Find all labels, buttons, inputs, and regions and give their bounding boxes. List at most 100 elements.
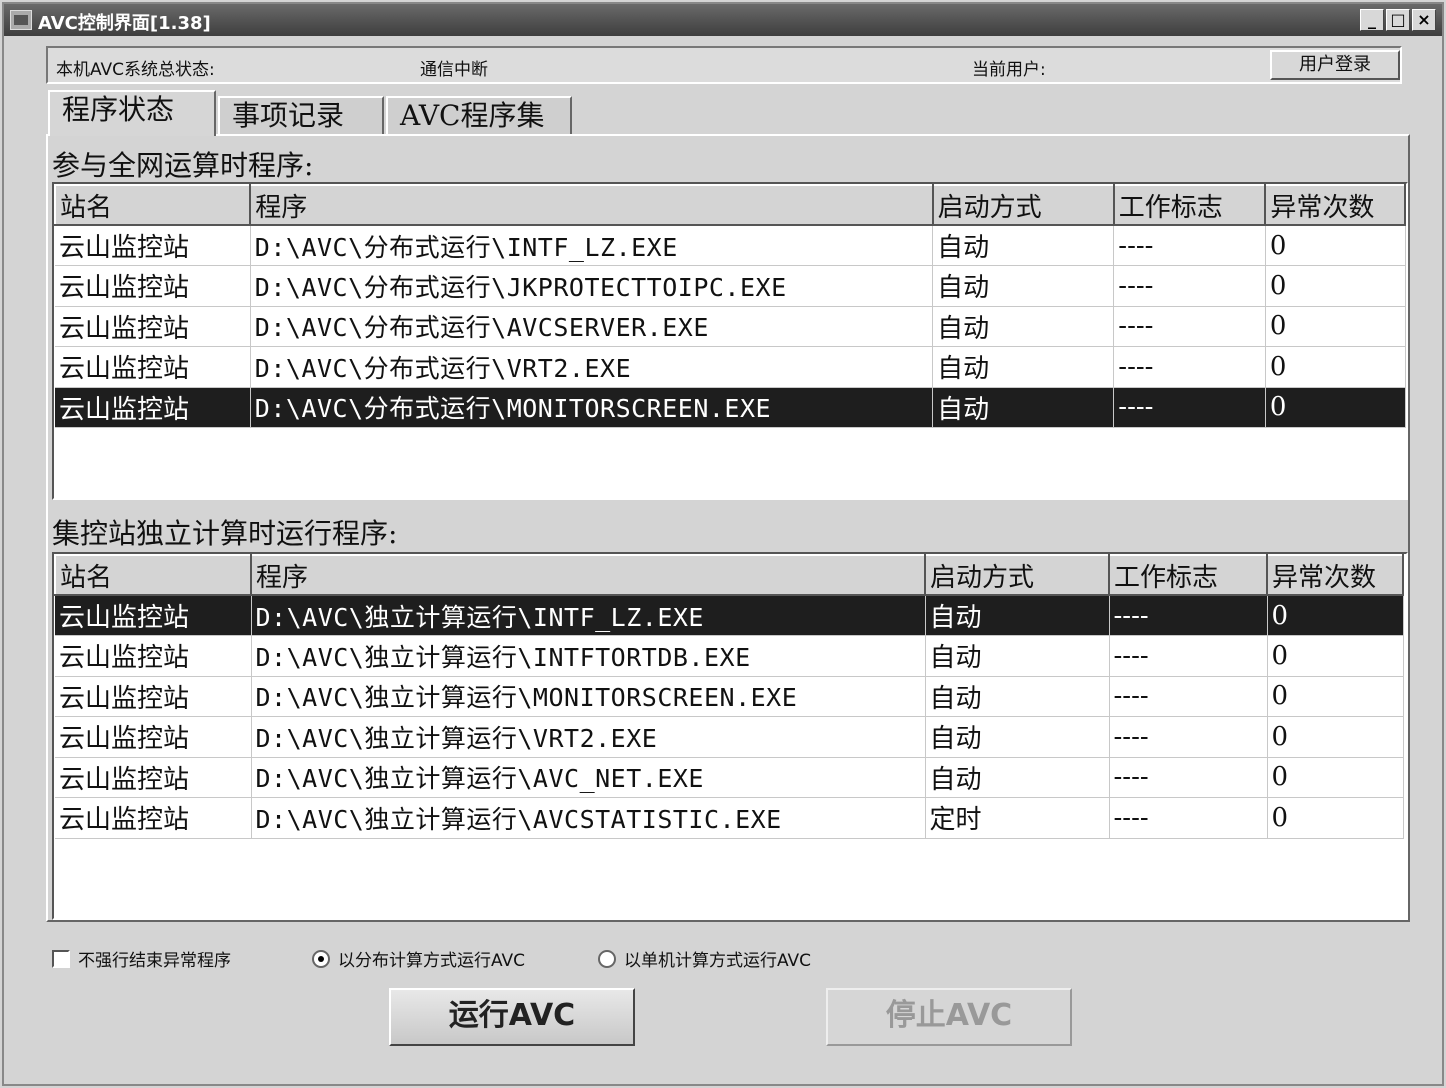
cell-program: D:\AVC\分布式运行\JKPROTECTTOIPC.EXE: [250, 265, 934, 307]
cell-program: D:\AVC\分布式运行\INTF_LZ.EXE: [250, 225, 934, 266]
cell-error-count: 0: [1267, 757, 1404, 798]
standalone-program-row[interactable]: 云山监控站 D:\AVC\独立计算运行\INTFTORTDB.EXE 自动 ---- 0: [55, 635, 1404, 677]
cell-station: 云山监控站: [55, 797, 252, 839]
stop-avc-button[interactable]: 停止AVC: [826, 988, 1072, 1046]
cell-station: 云山监控站: [55, 676, 252, 717]
cell-work-flag: ----: [1109, 716, 1268, 758]
cell-work-flag: ----: [1113, 306, 1266, 347]
network-program-row[interactable]: 云山监控站 D:\AVC\分布式运行\JKPROTECTTOIPC.EXE 自动 --…: [55, 265, 1406, 307]
cell-station: 云山监控站: [55, 306, 251, 347]
cell-work-flag: ----: [1109, 676, 1268, 717]
cell-work-flag: ----: [1109, 595, 1268, 636]
network-program-row[interactable]: 云山监控站 D:\AVC\分布式运行\MONITORSCREEN.EXE 自动 ---…: [55, 387, 1406, 428]
run-avc-button[interactable]: 运行AVC: [389, 988, 635, 1046]
standalone-program-row[interactable]: 云山监控站 D:\AVC\独立计算运行\VRT2.EXE 自动 ---- 0: [55, 716, 1404, 758]
cell-start-mode: 自动: [932, 225, 1115, 266]
cell-program: D:\AVC\独立计算运行\VRT2.EXE: [251, 716, 926, 758]
cell-error-count: 0: [1265, 265, 1406, 307]
cell-program: D:\AVC\独立计算运行\AVC_NET.EXE: [251, 757, 926, 798]
close-button[interactable]: ×: [1412, 9, 1436, 31]
standalone-program-row[interactable]: 云山监控站 D:\AVC\独立计算运行\MONITORSCREEN.EXE 自动 --…: [55, 676, 1404, 717]
minimize-button[interactable]: _: [1360, 9, 1384, 31]
cell-station: 云山监控站: [55, 225, 251, 266]
cell-error-count: 0: [1267, 595, 1404, 636]
distributed-mode-radio[interactable]: [312, 949, 330, 968]
cell-program: D:\AVC\独立计算运行\AVCSTATISTIC.EXE: [251, 797, 926, 839]
col-header-work-flag[interactable]: 工作标志: [1108, 554, 1268, 596]
cell-start-mode: 自动: [932, 346, 1115, 388]
cell-program: D:\AVC\独立计算运行\MONITORSCREEN.EXE: [251, 676, 926, 717]
tab-avc-programs[interactable]: AVC程序集: [386, 96, 572, 136]
no-force-kill-option[interactable]: 不强行结束异常程序: [52, 946, 231, 971]
tab-event-log[interactable]: 事项记录: [218, 96, 384, 136]
cell-work-flag: ----: [1109, 757, 1268, 798]
cell-program: D:\AVC\分布式运行\MONITORSCREEN.EXE: [250, 387, 934, 428]
cell-station: 云山监控站: [55, 757, 252, 798]
cell-program: D:\AVC\独立计算运行\INTFTORTDB.EXE: [251, 635, 926, 677]
system-status-value: 通信中断: [420, 60, 488, 80]
cell-error-count: 0: [1267, 676, 1404, 717]
col-header-error-count[interactable]: 异常次数: [1264, 184, 1406, 226]
col-header-work-flag[interactable]: 工作标志: [1112, 184, 1267, 226]
col-header-start-mode[interactable]: 启动方式: [931, 184, 1115, 226]
network-program-row[interactable]: 云山监控站 D:\AVC\分布式运行\AVCSERVER.EXE 自动 ---- 0: [55, 306, 1406, 347]
col-header-station[interactable]: 站名: [54, 184, 252, 226]
network-program-row[interactable]: 云山监控站 D:\AVC\分布式运行\INTF_LZ.EXE 自动 ---- 0: [55, 225, 1406, 266]
cell-work-flag: ----: [1113, 387, 1266, 428]
standalone-programs-grid[interactable]: 站名 程序 启动方式 工作标志 异常次数 云山监控站 D:\AVC\独立计算运行\…: [52, 552, 1408, 920]
program-status-panel: 参与全网运算时程序: 站名 程序 启动方式 工作标志 异常次数 云山监控站 D:\…: [46, 134, 1410, 922]
cell-start-mode: 自动: [925, 757, 1110, 798]
title-bar[interactable]: AVC控制界面[1.38] _ □ ×: [4, 4, 1442, 36]
no-force-kill-checkbox[interactable]: [52, 949, 70, 968]
cell-start-mode: 自动: [925, 595, 1110, 636]
cell-start-mode: 自动: [932, 265, 1115, 307]
cell-start-mode: 自动: [925, 635, 1110, 677]
cell-program: D:\AVC\独立计算运行\INTF_LZ.EXE: [251, 595, 926, 636]
window-controls: _ □ ×: [1360, 9, 1436, 31]
cell-station: 云山监控站: [55, 265, 251, 307]
cell-start-mode: 自动: [925, 716, 1110, 758]
col-header-program[interactable]: 程序: [250, 554, 926, 596]
cell-station: 云山监控站: [55, 635, 252, 677]
cell-error-count: 0: [1265, 306, 1406, 347]
standalone-program-row[interactable]: 云山监控站 D:\AVC\独立计算运行\AVC_NET.EXE 自动 ---- 0: [55, 757, 1404, 798]
distributed-mode-label: 以分布计算方式运行AVC: [338, 951, 526, 971]
network-programs-grid[interactable]: 站名 程序 启动方式 工作标志 异常次数 云山监控站 D:\AVC\分布式运行\I…: [52, 182, 1408, 500]
col-header-station[interactable]: 站名: [54, 554, 252, 596]
cell-work-flag: ----: [1113, 225, 1266, 266]
col-header-error-count[interactable]: 异常次数: [1266, 554, 1404, 596]
table-header-row: 站名 程序 启动方式 工作标志 异常次数: [54, 554, 1404, 596]
system-status-label: 本机AVC系统总状态:: [56, 60, 215, 80]
status-bar: 本机AVC系统总状态: 通信中断 当前用户: 用户登录: [46, 46, 1402, 84]
cell-start-mode: 自动: [925, 676, 1110, 717]
standalone-mode-option[interactable]: 以单机计算方式运行AVC: [598, 946, 811, 971]
cell-work-flag: ----: [1109, 635, 1268, 677]
cell-work-flag: ----: [1109, 797, 1268, 839]
tab-program-status[interactable]: 程序状态: [48, 90, 216, 136]
network-program-row[interactable]: 云山监控站 D:\AVC\分布式运行\VRT2.EXE 自动 ---- 0: [55, 346, 1406, 388]
cell-station: 云山监控站: [55, 716, 252, 758]
cell-work-flag: ----: [1113, 346, 1266, 388]
app-icon: [10, 10, 32, 30]
cell-error-count: 0: [1265, 387, 1406, 428]
cell-program: D:\AVC\分布式运行\VRT2.EXE: [250, 346, 934, 388]
table-header-row: 站名 程序 启动方式 工作标志 异常次数: [54, 184, 1406, 226]
col-header-program[interactable]: 程序: [249, 184, 934, 226]
distributed-mode-option[interactable]: 以分布计算方式运行AVC: [312, 946, 525, 971]
standalone-program-row[interactable]: 云山监控站 D:\AVC\独立计算运行\AVCSTATISTIC.EXE 定时 ---…: [55, 797, 1404, 839]
standalone-programs-table: 站名 程序 启动方式 工作标志 异常次数 云山监控站 D:\AVC\独立计算运行\…: [54, 554, 1404, 839]
cell-program: D:\AVC\分布式运行\AVCSERVER.EXE: [250, 306, 934, 347]
current-user-label: 当前用户:: [972, 60, 1046, 80]
standalone-programs-title: 集控站独立计算时运行程序:: [52, 517, 398, 550]
maximize-button[interactable]: □: [1386, 9, 1410, 31]
standalone-program-row[interactable]: 云山监控站 D:\AVC\独立计算运行\INTF_LZ.EXE 自动 ---- 0: [55, 595, 1404, 636]
standalone-mode-label: 以单机计算方式运行AVC: [624, 951, 812, 971]
cell-station: 云山监控站: [55, 387, 251, 428]
network-programs-title: 参与全网运算时程序:: [52, 149, 314, 182]
col-header-start-mode[interactable]: 启动方式: [924, 554, 1110, 596]
standalone-mode-radio[interactable]: [598, 949, 616, 968]
cell-error-count: 0: [1265, 225, 1406, 266]
user-login-button[interactable]: 用户登录: [1270, 50, 1400, 80]
cell-error-count: 0: [1267, 716, 1404, 758]
window-title: AVC控制界面[1.38]: [38, 13, 211, 34]
